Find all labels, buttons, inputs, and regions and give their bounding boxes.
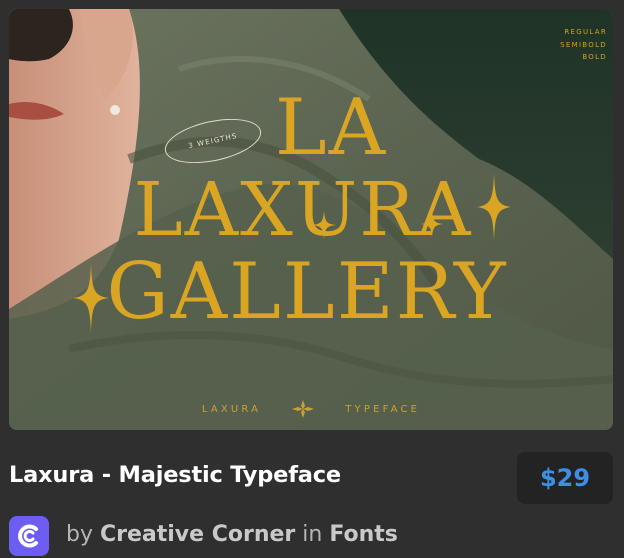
price-button[interactable]: $29: [517, 452, 613, 504]
weight-regular: REGULAR: [564, 28, 607, 36]
category-link[interactable]: Fonts: [329, 522, 398, 547]
ornament-icon: [292, 400, 315, 418]
byline-by: by: [66, 522, 93, 547]
tagline-right: TYPEFACE: [345, 403, 421, 415]
title-line-2: LAXURA: [133, 167, 473, 253]
sparkle-icon: [312, 211, 336, 239]
product-title[interactable]: Laxura - Majestic Typeface: [9, 462, 341, 488]
title-line-1: LA: [274, 83, 388, 173]
sparkle-icon: [421, 211, 443, 237]
weight-bold: BOLD: [582, 53, 607, 61]
shop-link[interactable]: Creative Corner: [100, 522, 295, 547]
product-preview-image[interactable]: REGULAR SEMIBOLD BOLD 3 WEIGTHS LA LAXUR…: [9, 9, 613, 430]
weight-semibold: SEMIBOLD: [560, 40, 607, 49]
tagline-left: LAXURA: [201, 403, 262, 415]
creative-corner-logo-icon[interactable]: [9, 516, 49, 556]
byline: by Creative Corner in Fonts: [66, 522, 398, 547]
sparkle-icon: [477, 173, 511, 241]
sparkle-icon: [73, 263, 109, 333]
bottom-tagline: LAXURA TYPEFACE: [9, 399, 613, 419]
byline-in: in: [302, 522, 323, 547]
weights-list: REGULAR SEMIBOLD BOLD: [560, 26, 607, 64]
shop-logo-icon: [18, 524, 38, 548]
